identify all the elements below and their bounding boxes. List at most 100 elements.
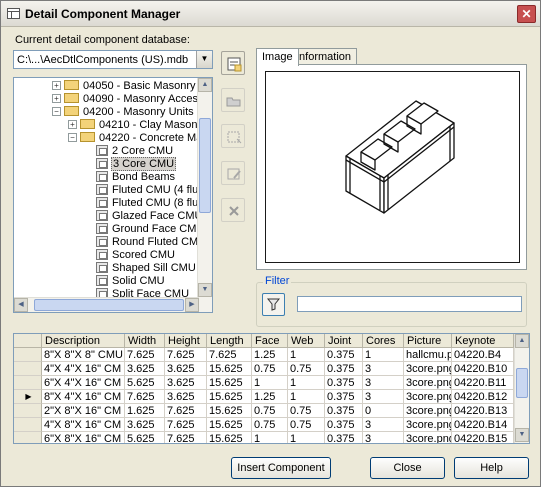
- table-cell[interactable]: 0.375: [325, 376, 363, 390]
- component-tree[interactable]: +04050 - Basic Masonry Materi+04090 - Ma…: [13, 77, 213, 313]
- row-header[interactable]: [14, 404, 42, 418]
- close-button[interactable]: Close: [370, 457, 445, 479]
- tree-node[interactable]: +04090 - Masonry Accessories: [52, 93, 199, 106]
- tree-node[interactable]: Glazed Face CMU: [96, 210, 199, 223]
- filter-input[interactable]: [297, 296, 522, 312]
- scroll-right-icon[interactable]: ▶: [185, 298, 199, 312]
- tree-node[interactable]: − 04220 - Concrete Masonry: [68, 132, 199, 145]
- expand-icon[interactable]: +: [52, 81, 61, 90]
- table-cell[interactable]: 15.625: [207, 404, 252, 418]
- table-cell[interactable]: 3: [363, 376, 404, 390]
- table-row[interactable]: 4"X 4"X 16" CM 3.625 3.625 15.625 0.75 0.75 0.…: [14, 362, 514, 376]
- table-cell[interactable]: 15.625: [207, 390, 252, 404]
- table-cell[interactable]: 3core.png: [404, 418, 452, 432]
- help-button[interactable]: Help: [454, 457, 529, 479]
- table-scroll-thumb[interactable]: [516, 368, 528, 398]
- table-cell[interactable]: 04220.B11: [452, 376, 514, 390]
- table-cell[interactable]: 4"X 8"X 16" CM: [42, 418, 125, 432]
- edit-component-button[interactable]: [221, 161, 245, 185]
- table-cell[interactable]: 0.75: [252, 418, 288, 432]
- table-cell[interactable]: 3: [363, 390, 404, 404]
- scroll-down-icon[interactable]: ▼: [198, 283, 212, 297]
- table-cell[interactable]: 1: [288, 348, 325, 362]
- table-cell[interactable]: 8"X 4"X 16" CM: [42, 390, 125, 404]
- collapse-icon[interactable]: −: [68, 133, 77, 142]
- open-database-button[interactable]: [221, 51, 245, 75]
- table-cell[interactable]: 6"X 4"X 16" CM: [42, 376, 125, 390]
- table-cell[interactable]: 7.625: [165, 432, 207, 443]
- table-cell[interactable]: 0.375: [325, 418, 363, 432]
- title-bar[interactable]: Detail Component Manager ✕: [1, 1, 540, 27]
- column-header[interactable]: Joint: [325, 334, 363, 348]
- collapse-icon[interactable]: −: [52, 107, 61, 116]
- table-cell[interactable]: 0.75: [288, 362, 325, 376]
- table-cell[interactable]: 1: [288, 376, 325, 390]
- table-cell[interactable]: 3.625: [165, 362, 207, 376]
- scroll-left-icon[interactable]: ◀: [14, 298, 28, 312]
- window-close-button[interactable]: ✕: [517, 5, 536, 23]
- scroll-down-icon[interactable]: ▼: [515, 428, 529, 442]
- table-cell[interactable]: 1: [363, 348, 404, 362]
- table-cell[interactable]: 04220.B14: [452, 418, 514, 432]
- table-cell[interactable]: 15.625: [207, 418, 252, 432]
- table-cell[interactable]: 3: [363, 432, 404, 443]
- open-folder-button[interactable]: [221, 88, 245, 112]
- table-cell[interactable]: 1.625: [125, 404, 165, 418]
- table-cell[interactable]: 2"X 8"X 16" CM: [42, 404, 125, 418]
- table-cell[interactable]: 3.625: [165, 376, 207, 390]
- table-cell[interactable]: 3: [363, 418, 404, 432]
- scroll-up-icon[interactable]: ▲: [198, 78, 212, 92]
- tree-node[interactable]: Ground Face CMU: [96, 223, 199, 236]
- table-vertical-scrollbar[interactable]: ▲ ▼: [514, 334, 529, 443]
- column-header[interactable]: Keynote: [452, 334, 514, 348]
- table-row[interactable]: 6"X 8"X 16" CM 5.625 7.625 15.625 1 1 0.375 3 3c…: [14, 432, 514, 443]
- table-cell[interactable]: 1: [288, 432, 325, 443]
- insert-component-button[interactable]: Insert Component: [231, 457, 331, 479]
- table-cell[interactable]: 5.625: [125, 432, 165, 443]
- tree-node[interactable]: 3 Core CMU: [96, 157, 177, 171]
- table-row[interactable]: 8"X 8"X 8" CMU 7.625 7.625 7.625 1.25 1 0.375 1…: [14, 348, 514, 362]
- table-cell[interactable]: 0.75: [288, 404, 325, 418]
- tree-node[interactable]: Round Fluted CMU: [96, 236, 199, 249]
- table-cell[interactable]: 6"X 8"X 16" CM: [42, 432, 125, 443]
- table-cell[interactable]: 3: [363, 362, 404, 376]
- table-cell[interactable]: hallcmu.p: [404, 348, 452, 362]
- table-cell[interactable]: 1: [288, 390, 325, 404]
- table-cell[interactable]: 3core.png: [404, 432, 452, 443]
- table-cell[interactable]: 04220.B12: [452, 390, 514, 404]
- table-cell[interactable]: 1: [252, 432, 288, 443]
- tab-image[interactable]: Image: [256, 48, 299, 66]
- tree-node[interactable]: Bond Beams: [96, 171, 176, 184]
- table-cell[interactable]: 7.625: [165, 404, 207, 418]
- table-cell[interactable]: 15.625: [207, 362, 252, 376]
- table-cell[interactable]: 7.625: [125, 348, 165, 362]
- expand-icon[interactable]: +: [68, 120, 77, 129]
- row-header[interactable]: [14, 348, 42, 362]
- table-cell[interactable]: 3.625: [165, 390, 207, 404]
- row-header[interactable]: [14, 418, 42, 432]
- table-cell[interactable]: 7.625: [207, 348, 252, 362]
- scroll-up-icon[interactable]: ▲: [515, 334, 529, 348]
- filter-button[interactable]: [262, 293, 285, 316]
- tree-horizontal-scrollbar[interactable]: ◀ ▶: [14, 297, 199, 312]
- table-cell[interactable]: 3core.png: [404, 376, 452, 390]
- column-header[interactable]: Picture: [404, 334, 452, 348]
- table-cell[interactable]: 0.375: [325, 404, 363, 418]
- table-cell[interactable]: 4"X 4"X 16" CM: [42, 362, 125, 376]
- table-cell[interactable]: 7.625: [165, 348, 207, 362]
- table-cell[interactable]: 1.25: [252, 390, 288, 404]
- tree-node[interactable]: Fluted CMU (4 flutes): [96, 184, 199, 197]
- row-header[interactable]: [14, 376, 42, 390]
- table-cell[interactable]: 15.625: [207, 432, 252, 443]
- table-cell[interactable]: 0.75: [252, 362, 288, 376]
- table-cell[interactable]: 1.25: [252, 348, 288, 362]
- tree-hscroll-thumb[interactable]: [34, 299, 184, 311]
- table-cell[interactable]: 0.75: [288, 418, 325, 432]
- table-cell[interactable]: 0.375: [325, 390, 363, 404]
- table-cell[interactable]: 0.75: [252, 404, 288, 418]
- table-row[interactable]: 6"X 4"X 16" CM 5.625 3.625 15.625 1 1 0.375 3 3c…: [14, 376, 514, 390]
- delete-button[interactable]: [221, 198, 245, 222]
- tab-information[interactable]: Information: [290, 48, 358, 65]
- table-cell[interactable]: 04220.B13: [452, 404, 514, 418]
- column-header[interactable]: Web: [288, 334, 325, 348]
